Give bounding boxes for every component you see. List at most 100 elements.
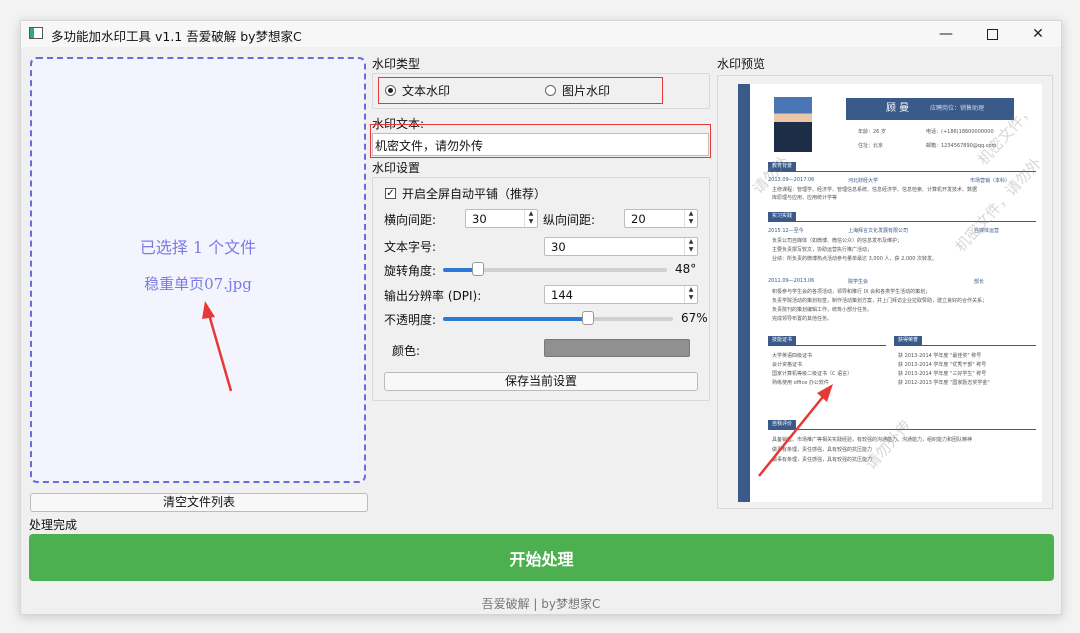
tile-checkbox[interactable]: ✓ bbox=[385, 188, 396, 199]
dpi-value: 144 bbox=[551, 288, 573, 302]
self-desc-line: 具备销售、市场推广等相关实践经验，有较强的沟通能力、沟通能力，组织能力和团队精神 bbox=[772, 437, 973, 443]
minimize-icon: — bbox=[939, 26, 953, 42]
section-rule bbox=[768, 345, 886, 346]
dpi-spinbox[interactable]: 144 ▲ ▼ bbox=[544, 285, 698, 304]
mark-type-label: 水印类型 bbox=[372, 57, 421, 71]
font-size-label: 文本字号: bbox=[384, 240, 437, 254]
color-picker-button[interactable] bbox=[544, 339, 690, 357]
font-size-spinbox[interactable]: 30 ▲ ▼ bbox=[544, 237, 698, 256]
color-label: 颜色: bbox=[392, 344, 421, 358]
opacity-slider-fill bbox=[443, 317, 588, 321]
mark-text-highlight bbox=[370, 124, 711, 158]
skill-item: 国家计算机等级二级证书（C 语言） bbox=[772, 371, 853, 377]
rotation-slider-thumb[interactable] bbox=[471, 262, 484, 276]
resume-name: 顾 曼 bbox=[886, 103, 910, 114]
intern1-date: 2015.12—至今 bbox=[768, 228, 804, 234]
intern1-desc-line: 主要负责撰写软文，协助运营执行推广活动； bbox=[772, 247, 873, 253]
close-icon: ✕ bbox=[1032, 26, 1044, 42]
opacity-value: 67% bbox=[681, 311, 708, 325]
maximize-icon bbox=[986, 28, 998, 40]
rotation-slider[interactable] bbox=[443, 262, 667, 276]
maximize-button[interactable] bbox=[969, 21, 1015, 47]
intern2-desc-line: 负责学院活动的策划标签，制作活动策划方案，并上门拜访企业拉取赞助，建立良好的合作… bbox=[772, 298, 988, 304]
opacity-slider-thumb[interactable] bbox=[581, 311, 594, 325]
watermark-text: 请勿外传 bbox=[861, 416, 916, 474]
resume-section-self: 自我评价 bbox=[768, 420, 797, 429]
spin-arrows-icon[interactable]: ▲ ▼ bbox=[684, 286, 697, 303]
preview-panel: 顾 曼 应聘岗位：销售助理 年龄：26 岁 电话：(+186)186000000… bbox=[717, 75, 1053, 509]
resume-job: 应聘岗位：销售助理 bbox=[930, 105, 985, 112]
edu-desc-line: 主修课程：管理学、经济学、管理信息系统、信息经济学、信息检索、计算机开发技术、数… bbox=[772, 187, 978, 193]
resume-section-skills: 技能证书 bbox=[768, 336, 797, 345]
section-rule bbox=[768, 171, 1036, 172]
spin-arrows-icon[interactable]: ▲ ▼ bbox=[524, 210, 537, 227]
title-bar: 多功能加水印工具 v1.1 吾爱破解 by梦想家C — ✕ bbox=[21, 21, 1061, 47]
intern2-date: 2011.09—2013.06 bbox=[768, 278, 815, 284]
honor-item: 获 2013-2014 学年度 "优秀干部" 称号 bbox=[898, 362, 987, 368]
preview-label: 水印预览 bbox=[717, 57, 766, 71]
file-drop-area[interactable]: 已选择 1 个文件 稳重单页07.jpg bbox=[30, 57, 366, 483]
intern1-company: 上海拜言文化发展有限公司 bbox=[848, 228, 909, 234]
self-desc-line: 做事有条理，责任感强，具有较强的抗压能力 bbox=[772, 457, 873, 463]
status-text: 处理完成 bbox=[29, 518, 78, 532]
image-mark-label: 图片水印 bbox=[562, 84, 611, 98]
resume-info-phone: 电话：(+186)18600000000 bbox=[926, 129, 994, 135]
intern1-desc-line: 负责公司自媒体（如微博、微信公众）的信息发布及维护； bbox=[772, 238, 903, 244]
resume-photo bbox=[774, 97, 812, 152]
honor-item: 获 2013-2014 学年度 "三好学生" 称号 bbox=[898, 371, 987, 377]
v-spacing-label: 纵向间距: bbox=[543, 213, 596, 227]
v-spacing-spinbox[interactable]: 20 ▲ ▼ bbox=[624, 209, 698, 228]
spin-arrows-icon[interactable]: ▲ ▼ bbox=[684, 210, 697, 227]
section-rule bbox=[894, 345, 1036, 346]
preview-image: 顾 曼 应聘岗位：销售助理 年龄：26 岁 电话：(+186)186000000… bbox=[738, 84, 1042, 502]
clear-files-button[interactable]: 清空文件列表 bbox=[30, 493, 368, 512]
spin-arrows-icon[interactable]: ▲ ▼ bbox=[684, 238, 697, 255]
honor-item: 获 2013-2014 学年度 "最佳奖" 称号 bbox=[898, 353, 982, 359]
edu-desc-line: 库原理与应用、应用统计学等 bbox=[772, 195, 838, 201]
intern2-desc-line: 完成领导布置的其他任务。 bbox=[772, 316, 833, 322]
honor-item: 获 2012-2013 学年度 "国家励志奖学金" bbox=[898, 380, 990, 386]
start-processing-button[interactable]: 开始处理 bbox=[29, 534, 1054, 581]
resume-section-honors: 获得荣誉 bbox=[894, 336, 923, 345]
h-spacing-value: 30 bbox=[472, 212, 487, 226]
tile-label: 开启全屏自动平铺（推荐） bbox=[402, 187, 547, 201]
resume-info-age: 年龄：26 岁 bbox=[858, 129, 886, 135]
check-icon: ✓ bbox=[386, 188, 395, 199]
resume-sidebar bbox=[738, 84, 750, 502]
rotation-value: 48° bbox=[675, 262, 697, 276]
text-mark-radio[interactable] bbox=[385, 85, 396, 96]
skill-item: 熟练使用 office 办公软件 bbox=[772, 380, 829, 386]
intern2-role: 部长 bbox=[974, 279, 985, 285]
image-mark-radio[interactable] bbox=[545, 85, 556, 96]
font-size-value: 30 bbox=[551, 240, 566, 254]
intern2-desc-line: 积极参与学生会的各项活动，领导和推行 IX 会和各类学生活动的策划； bbox=[772, 289, 931, 295]
resume-section-internship: 实习实践 bbox=[768, 212, 797, 221]
footer-credit: 吾爱破解 | by梦想家C bbox=[481, 597, 601, 611]
opacity-slider[interactable] bbox=[443, 311, 673, 325]
minimize-button[interactable]: — bbox=[923, 21, 969, 47]
dpi-label: 输出分辨率 (DPI): bbox=[384, 289, 482, 303]
skill-item: 大学英语四级证书 bbox=[772, 353, 813, 359]
text-mark-label: 文本水印 bbox=[402, 84, 451, 98]
v-spacing-value: 20 bbox=[631, 212, 646, 226]
app-icon bbox=[29, 27, 43, 39]
watermark-text: 机密文件，请勿外 bbox=[951, 154, 1042, 256]
intern2-desc-line: 负责院刊的策划编辑工作，统筹小部分任务。 bbox=[772, 307, 873, 313]
intern2-org: 院学生会 bbox=[848, 279, 869, 285]
selected-file-name: 稳重单页07.jpg bbox=[144, 275, 252, 293]
intern1-desc-line: 业绩：所负责的微博热点活动参与量单最达 3,000 人，获 2,000 次转发。 bbox=[772, 256, 937, 262]
resume-info-address: 住址：北京 bbox=[858, 143, 884, 149]
window-title: 多功能加水印工具 v1.1 吾爱破解 by梦想家C bbox=[51, 29, 302, 44]
selected-count: 已选择 1 个文件 bbox=[139, 238, 257, 257]
resume-name-bar: 顾 曼 应聘岗位：销售助理 bbox=[846, 98, 1014, 120]
h-spacing-spinbox[interactable]: 30 ▲ ▼ bbox=[465, 209, 538, 228]
skill-item: 会计资格证书 bbox=[772, 362, 803, 368]
opacity-label: 不透明度: bbox=[384, 313, 437, 327]
close-button[interactable]: ✕ bbox=[1015, 21, 1061, 47]
h-spacing-label: 横向间距: bbox=[384, 213, 437, 227]
app-window: 多功能加水印工具 v1.1 吾爱破解 by梦想家C — ✕ 已选择 1 个文件 … bbox=[20, 20, 1062, 615]
settings-label: 水印设置 bbox=[372, 161, 421, 175]
rotation-label: 旋转角度: bbox=[384, 264, 437, 278]
save-settings-button[interactable]: 保存当前设置 bbox=[384, 372, 698, 391]
self-desc-line: 做事有条理，责任感强，具有较强的抗压能力 bbox=[772, 447, 873, 453]
